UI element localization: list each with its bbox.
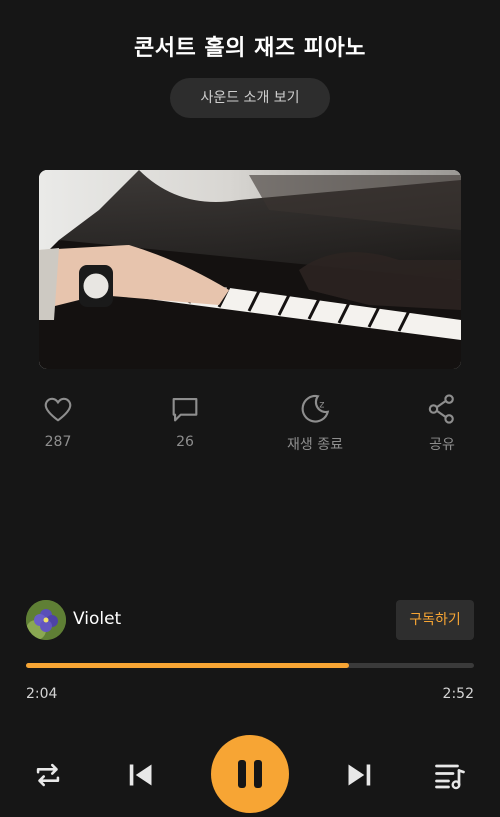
heart-icon xyxy=(44,397,72,422)
share-icon xyxy=(428,394,454,424)
moon-icon: z xyxy=(301,394,330,423)
sleep-timer-action[interactable]: z 재생 종료 xyxy=(270,392,360,454)
avatar[interactable] xyxy=(26,600,66,640)
repeat-button[interactable] xyxy=(31,758,65,796)
author-name[interactable]: Violet xyxy=(73,609,121,629)
sound-intro-button[interactable]: 사운드 소개 보기 xyxy=(170,78,330,118)
next-button[interactable] xyxy=(341,757,377,797)
like-count: 287 xyxy=(44,434,72,450)
share-action[interactable]: 공유 xyxy=(397,392,487,454)
previous-button[interactable] xyxy=(123,757,159,797)
share-label: 공유 xyxy=(429,437,455,453)
comment-count: 26 xyxy=(176,434,194,450)
playlist-icon xyxy=(435,764,465,790)
pause-icon xyxy=(238,760,262,788)
skip-previous-icon xyxy=(129,764,152,786)
flower-avatar-image xyxy=(26,600,66,640)
subscribe-button[interactable]: 구독하기 xyxy=(396,600,474,640)
comment-action[interactable]: 26 xyxy=(140,392,230,450)
progress-bar[interactable] xyxy=(26,663,474,668)
sleep-timer-label: 재생 종료 xyxy=(287,437,343,453)
playlist-button[interactable] xyxy=(432,757,468,797)
piano-photo xyxy=(39,170,461,369)
repeat-icon xyxy=(36,763,60,787)
cover-image xyxy=(39,170,461,369)
total-time: 2:52 xyxy=(442,686,474,702)
progress-fill xyxy=(26,663,349,668)
play-pause-button[interactable] xyxy=(211,735,289,813)
like-action[interactable]: 287 xyxy=(13,392,103,450)
svg-text:z: z xyxy=(319,400,324,411)
page-title: 콘서트 홀의 재즈 피아노 xyxy=(134,36,366,61)
current-time: 2:04 xyxy=(26,686,58,702)
comment-icon xyxy=(172,398,198,422)
skip-next-icon xyxy=(348,764,371,786)
